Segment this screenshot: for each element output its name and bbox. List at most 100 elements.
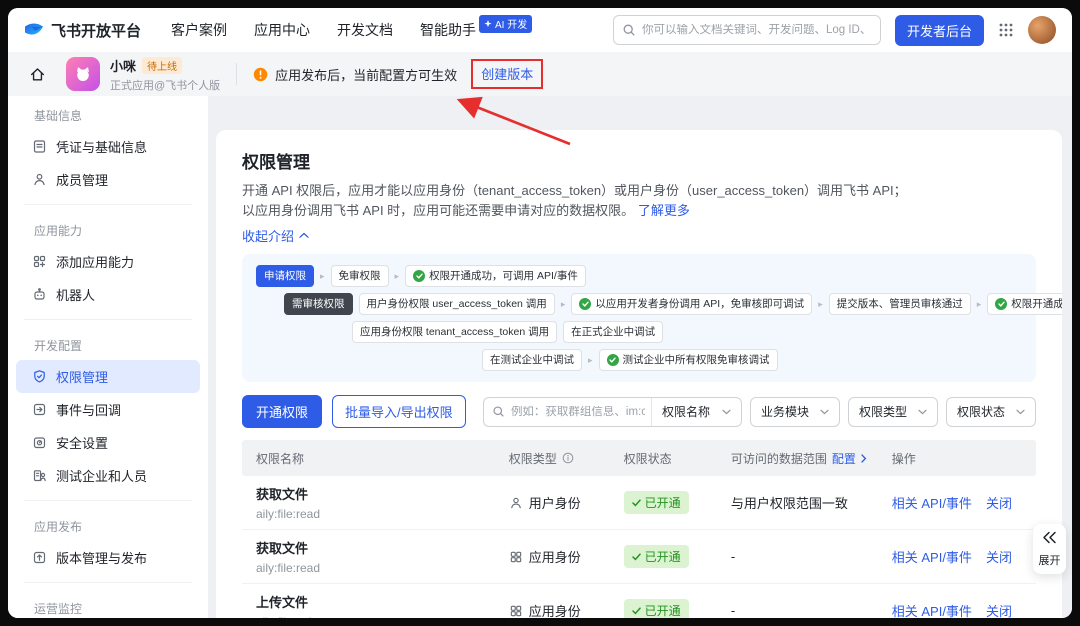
info-icon[interactable] <box>562 452 574 464</box>
sidebar-item-label: 权限管理 <box>56 367 108 386</box>
robot-icon <box>32 287 47 302</box>
related-api-link[interactable]: 相关 API/事件 <box>892 493 972 512</box>
global-search-input[interactable] <box>642 24 872 36</box>
sidebar-item-permissions[interactable]: 权限管理 <box>16 360 200 393</box>
sidebar-item-bot[interactable]: 机器人 <box>16 278 200 311</box>
close-permission-link[interactable]: 关闭 <box>986 601 1012 618</box>
nav-item-ai-assistant[interactable]: 智能助手 AI 开发 <box>420 20 532 40</box>
close-permission-link[interactable]: 关闭 <box>986 493 1012 512</box>
sidebar-item-version-release[interactable]: 版本管理与发布 <box>16 541 200 574</box>
status-badge: 已开通 <box>624 545 689 568</box>
table-row: 获取文件 aily:file:read 用户身份 已开通 与用户权限范围一致 <box>242 476 1036 530</box>
app-avatar[interactable] <box>66 57 100 91</box>
check-icon <box>632 553 641 561</box>
open-permission-button[interactable]: 开通权限 <box>242 395 322 428</box>
filter-label: 业务模块 <box>761 403 809 420</box>
flow-need-review-badge: 需审核权限 <box>284 293 353 315</box>
expand-label: 展开 <box>1036 552 1063 568</box>
data-scope: 与用户权限范围一致 <box>731 496 848 511</box>
expand-panel-button[interactable]: 展开 <box>1033 524 1066 574</box>
permission-name: 获取文件 <box>256 484 509 503</box>
developer-console-button[interactable]: 开发者后台 <box>895 15 984 46</box>
sidebar-item-test-org[interactable]: 测试企业和人员 <box>16 459 200 492</box>
chevron-down-icon <box>1016 409 1025 415</box>
sidebar-section-basic-info: 基础信息 <box>8 98 208 130</box>
permission-code: aily:file:read <box>256 507 509 521</box>
double-chevron-left-icon <box>1042 531 1057 544</box>
permission-shield-icon <box>32 369 47 384</box>
sidebar-section-dev-config: 开发配置 <box>8 328 208 360</box>
sidebar-item-add-capability[interactable]: 添加应用能力 <box>16 245 200 278</box>
data-scope: - <box>731 603 735 618</box>
sidebar-item-members[interactable]: 成员管理 <box>16 163 200 196</box>
flow-test-success-badge: 测试企业中所有权限免审核调试 <box>599 349 778 371</box>
nav-label: 开发文档 <box>337 20 393 40</box>
check-icon <box>995 298 1007 310</box>
chevron-down-icon <box>820 409 829 415</box>
table-toolbar: 开通权限 批量导入/导出权限 权限名称 <box>242 395 1036 428</box>
flow-no-review-badge: 免审权限 <box>331 265 389 287</box>
sidebar-item-label: 凭证与基础信息 <box>56 137 147 156</box>
permission-code: aily:file:write <box>256 615 509 618</box>
sidebar-item-security[interactable]: 安全设置 <box>16 426 200 459</box>
annotation-highlight-box: 创建版本 <box>471 59 543 89</box>
learn-more-link[interactable]: 了解更多 <box>638 203 690 218</box>
divider <box>24 582 192 583</box>
sidebar-item-label: 安全设置 <box>56 433 108 452</box>
table-row: 获取文件 aily:file:read 应用身份 已开通 - <box>242 530 1036 584</box>
related-api-link[interactable]: 相关 API/事件 <box>892 601 972 618</box>
filter-label: 权限状态 <box>957 403 1005 420</box>
sidebar-item-label: 事件与回调 <box>56 400 121 419</box>
check-icon <box>632 499 641 507</box>
header-permission-name: 权限名称 <box>256 450 304 467</box>
permission-search-input[interactable] <box>505 406 651 418</box>
apps-grid-icon[interactable] <box>998 22 1014 38</box>
permission-table: 权限名称 权限类型 权限状态 可访问的数据范围 配置 操作 <box>242 440 1036 618</box>
sidebar-section-release: 应用发布 <box>8 509 208 541</box>
nav-item-customer-cases[interactable]: 客户案例 <box>171 20 227 40</box>
brand[interactable]: 飞书开放平台 <box>24 20 141 41</box>
home-icon <box>29 66 46 83</box>
user-avatar[interactable] <box>1028 16 1056 44</box>
check-icon <box>413 270 425 282</box>
nav-label: 应用中心 <box>254 20 310 40</box>
permission-flow-diagram: 申请权限 ▸ 免审权限 ▸ 权限开通成功，可调用 API/事件 需审核权限 用户… <box>242 254 1036 382</box>
chevron-right-icon <box>861 454 867 463</box>
ai-badge-label: AI 开发 <box>495 16 527 31</box>
flow-arrow-icon: ▸ <box>818 299 823 310</box>
search-icon <box>484 405 505 418</box>
nav-item-app-center[interactable]: 应用中心 <box>254 20 310 40</box>
check-icon <box>632 607 641 615</box>
filter-permission-status[interactable]: 权限状态 <box>946 397 1036 427</box>
permission-search[interactable]: 权限名称 <box>483 397 742 427</box>
filter-permission-type[interactable]: 权限类型 <box>848 397 938 427</box>
sidebar-item-events[interactable]: 事件与回调 <box>16 393 200 426</box>
sidebar-item-credentials[interactable]: 凭证与基础信息 <box>16 130 200 163</box>
create-version-link[interactable]: 创建版本 <box>481 67 533 82</box>
nav-item-dev-docs[interactable]: 开发文档 <box>337 20 393 40</box>
permission-type: 应用身份 <box>529 547 581 566</box>
description-text: 开通 API 权限后，应用才能以应用身份（tenant_access_token… <box>242 183 907 218</box>
scope-config-link[interactable]: 配置 <box>832 450 856 467</box>
permission-type: 用户身份 <box>529 493 581 512</box>
header-permission-status: 权限状态 <box>624 450 672 467</box>
app-name: 小咪 <box>110 56 136 75</box>
flow-tenant-token-badge: 应用身份权限 tenant_access_token 调用 <box>352 321 557 343</box>
collapse-intro-link[interactable]: 收起介绍 <box>242 226 309 245</box>
divider <box>24 204 192 205</box>
brand-label: 飞书开放平台 <box>51 20 141 41</box>
batch-import-export-button[interactable]: 批量导入/导出权限 <box>332 395 466 428</box>
ai-dev-badge: AI 开发 <box>479 15 532 33</box>
home-button[interactable] <box>22 59 52 89</box>
app-identity-icon <box>509 550 523 564</box>
filter-business-module[interactable]: 业务模块 <box>750 397 840 427</box>
related-api-link[interactable]: 相关 API/事件 <box>892 547 972 566</box>
sidebar-item-label: 添加应用能力 <box>56 252 134 271</box>
data-scope: - <box>731 549 735 564</box>
filter-permission-name[interactable]: 权限名称 <box>651 398 741 426</box>
flow-arrow-icon: ▸ <box>561 299 566 310</box>
global-search[interactable] <box>613 15 881 45</box>
add-capability-icon <box>32 254 47 269</box>
table-header: 权限名称 权限类型 权限状态 可访问的数据范围 配置 操作 <box>242 440 1036 476</box>
close-permission-link[interactable]: 关闭 <box>986 547 1012 566</box>
